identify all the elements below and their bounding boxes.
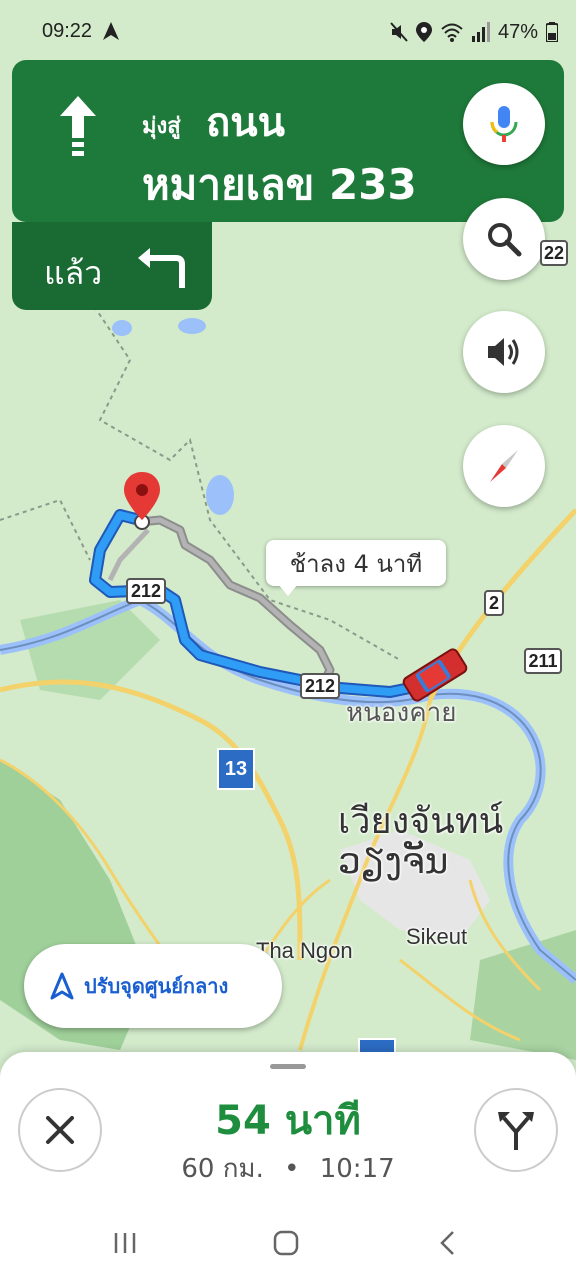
then-label: แล้ว — [44, 254, 103, 292]
fork-routes-icon — [498, 1112, 534, 1150]
map-label-nong-khai: หนองคาย — [346, 697, 457, 727]
battery-percent: 47% — [498, 20, 539, 43]
navigation-arrow-icon — [103, 22, 119, 40]
speaker-icon — [488, 338, 519, 366]
search-button[interactable] — [463, 198, 545, 280]
signal-icon — [472, 22, 490, 42]
recent-apps-icon[interactable] — [112, 1230, 138, 1256]
drag-handle[interactable] — [270, 1064, 306, 1069]
sound-button[interactable] — [463, 311, 545, 393]
road-shield-212: 212 — [126, 578, 166, 604]
destination-pin-icon[interactable] — [122, 470, 162, 532]
battery-icon — [546, 22, 559, 42]
home-icon[interactable] — [273, 1230, 299, 1256]
street-name-line1: ถนน — [206, 100, 285, 146]
straight-arrow-icon — [60, 96, 96, 156]
recenter-button[interactable]: ปรับจุดศูนย์กลาง — [24, 944, 282, 1028]
map-label-sikeut: Sikeut — [406, 924, 468, 949]
map-label-vientiane-lao: ວຽງຈັນ — [338, 840, 449, 881]
recenter-label: ปรับจุดศูนย์กลาง — [84, 974, 229, 998]
system-navigation-bar — [0, 1210, 576, 1280]
location-icon — [416, 22, 432, 42]
street-name-line2: หมายเลข 233 — [142, 160, 417, 209]
voice-search-button[interactable] — [463, 83, 545, 165]
instruction-prefix: มุ่งสู่ — [142, 114, 181, 139]
alternate-routes-button[interactable] — [474, 1088, 558, 1172]
back-icon[interactable] — [436, 1230, 460, 1256]
trip-distance: 60 กม. — [181, 1154, 264, 1184]
arrival-time: 10:17 — [319, 1154, 395, 1184]
then-instruction-panel[interactable]: แล้ว — [12, 222, 212, 310]
status-time: 09:22 — [42, 20, 93, 42]
search-icon — [488, 223, 522, 257]
mute-icon — [390, 22, 408, 42]
road-shield-212: 212 — [300, 673, 340, 699]
compass-icon — [490, 450, 518, 482]
status-bar: 09:22 47% — [0, 0, 576, 60]
wifi-icon — [441, 23, 463, 42]
status-icons: 47% — [390, 20, 559, 44]
compass-button[interactable] — [463, 425, 545, 507]
road-shield-2: 2 — [484, 590, 504, 616]
navigation-arrow-icon — [50, 972, 74, 1000]
turn-left-arrow-icon — [138, 248, 185, 288]
road-shield-22: 22 — [540, 240, 568, 266]
road-shield-13: 13 — [217, 748, 255, 790]
route-delay-callout[interactable]: ช้าลง 4 นาที — [266, 540, 446, 596]
microphone-icon — [490, 106, 518, 142]
road-shield-211: 211 — [524, 648, 562, 674]
separator: • — [284, 1154, 300, 1184]
